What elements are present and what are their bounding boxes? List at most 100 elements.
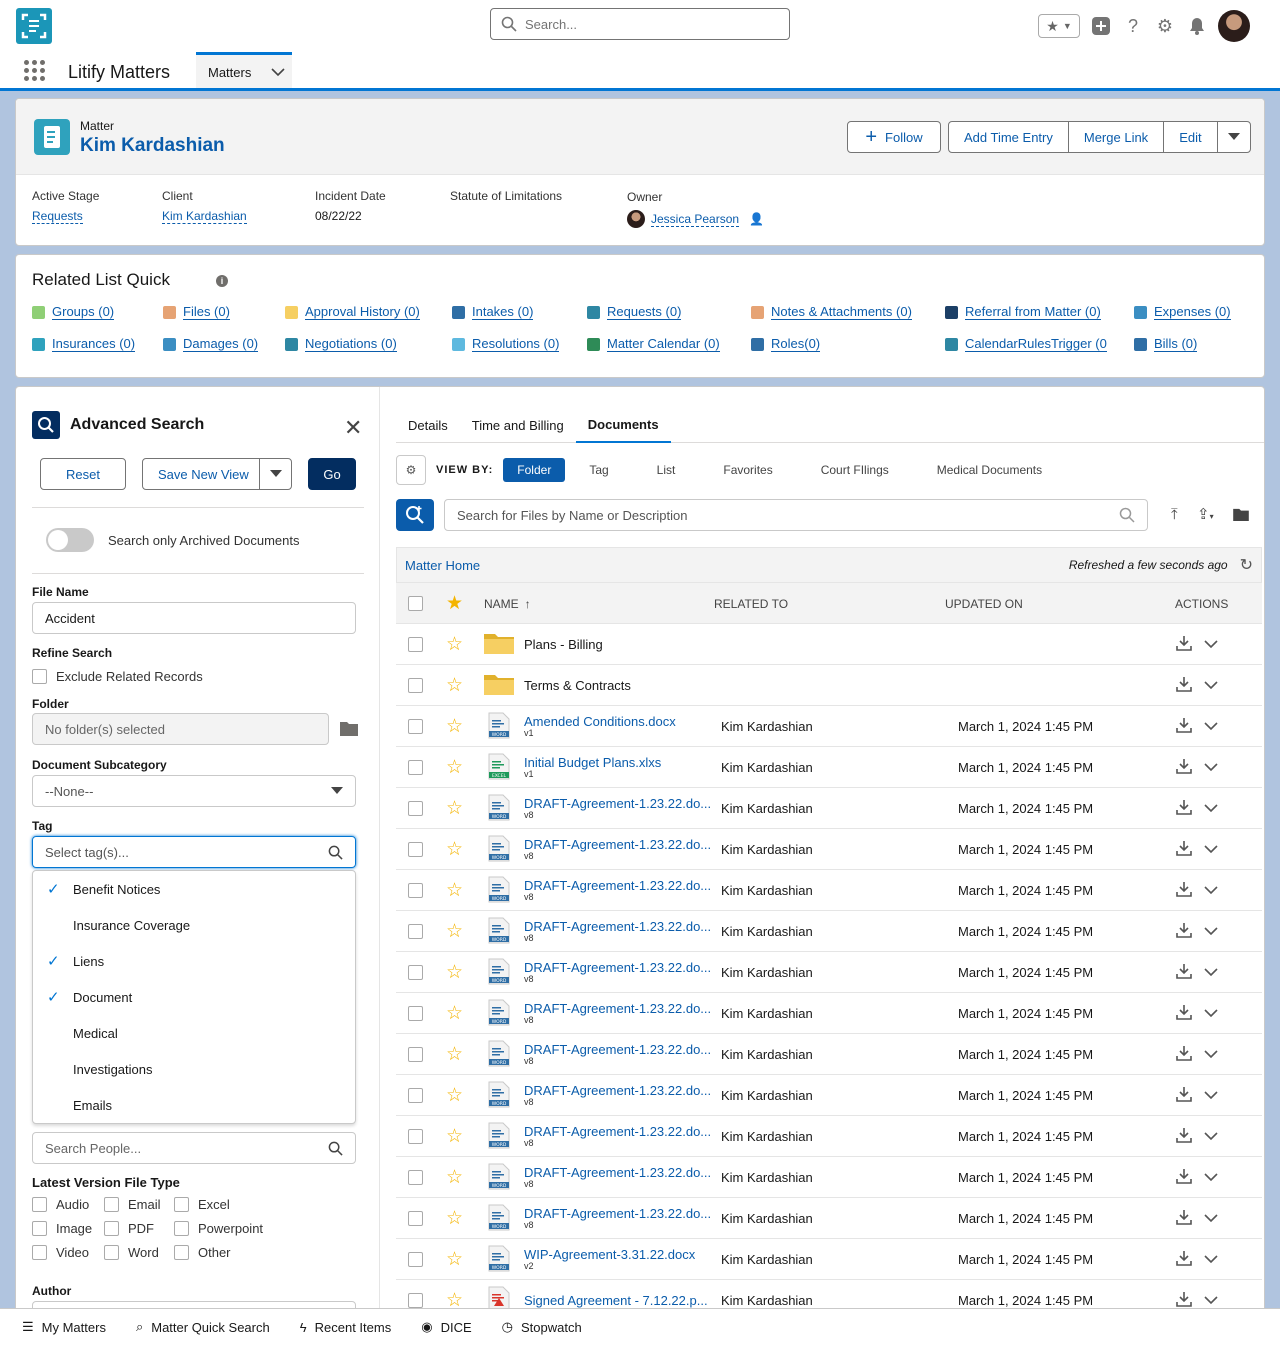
tab-time-and-billing[interactable]: Time and Billing	[460, 407, 576, 443]
file-link[interactable]: DRAFT-Agreement-1.23.22.do...	[524, 1166, 711, 1179]
filetype-checkbox[interactable]	[32, 1245, 47, 1260]
star-outline-icon[interactable]: ☆	[446, 1125, 463, 1148]
filetype-option[interactable]: Word	[104, 1245, 159, 1260]
related-link[interactable]: CalendarRulesTrigger (0	[945, 337, 1107, 352]
go-button[interactable]: Go	[308, 458, 356, 490]
table-row[interactable]: ☆ WORD DRAFT-Agreement-1.23.22.do... v8 Kim …	[396, 829, 1262, 870]
table-row[interactable]: ☆ WORD DRAFT-Agreement-1.23.22.do... v8 Kim …	[396, 870, 1262, 911]
chevron-down-icon[interactable]	[1204, 719, 1218, 734]
folder-name[interactable]: Terms & Contracts	[524, 678, 631, 693]
star-outline-icon[interactable]: ☆	[446, 920, 463, 943]
star-outline-icon[interactable]: ☆	[446, 756, 463, 779]
save-new-view-button[interactable]: Save New View	[142, 458, 292, 490]
row-checkbox[interactable]	[408, 801, 423, 816]
field-value-link[interactable]: Kim Kardashian	[162, 209, 247, 224]
filetype-checkbox[interactable]	[32, 1197, 47, 1212]
table-row[interactable]: ☆ WORD WIP-Agreement-3.31.22.docx v2 Kim Kar…	[396, 1239, 1262, 1280]
table-row[interactable]: ☆ WORD DRAFT-Agreement-1.23.22.do... v8 Kim …	[396, 993, 1262, 1034]
follow-button[interactable]: + Follow	[847, 121, 941, 153]
file-link[interactable]: DRAFT-Agreement-1.23.22.do...	[524, 838, 711, 851]
chevron-down-icon[interactable]	[1204, 801, 1218, 816]
tag-option[interactable]: Medical	[33, 1015, 355, 1051]
save-view-menu[interactable]	[259, 459, 291, 489]
file-link[interactable]: DRAFT-Agreement-1.23.22.do...	[524, 797, 711, 810]
row-checkbox[interactable]	[408, 1252, 423, 1267]
filetype-checkbox[interactable]	[32, 1221, 47, 1236]
people-search-input[interactable]: Search People...	[32, 1132, 356, 1164]
related-link[interactable]: Roles(0)	[751, 337, 821, 352]
download-icon[interactable]	[1176, 676, 1192, 695]
download-icon[interactable]	[1176, 717, 1192, 736]
file-link[interactable]: DRAFT-Agreement-1.23.22.do...	[524, 1084, 711, 1097]
filetype-checkbox[interactable]	[174, 1221, 189, 1236]
star-outline-icon[interactable]: ☆	[446, 797, 463, 820]
chevron-down-icon[interactable]	[1204, 965, 1218, 980]
file-name-input[interactable]: Accident	[32, 602, 356, 634]
view-option[interactable]: Favorites	[699, 458, 796, 482]
star-outline-icon[interactable]: ☆	[446, 1084, 463, 1107]
row-checkbox[interactable]	[408, 842, 423, 857]
filetype-option[interactable]: Audio	[32, 1197, 89, 1212]
filetype-option[interactable]: Image	[32, 1221, 92, 1236]
tag-option[interactable]: Emails	[33, 1087, 355, 1123]
row-checkbox[interactable]	[408, 1047, 423, 1062]
chevron-down-icon[interactable]	[1204, 760, 1218, 775]
table-row[interactable]: ☆ WORD DRAFT-Agreement-1.23.22.do... v8 Kim …	[396, 1116, 1262, 1157]
file-link[interactable]: DRAFT-Agreement-1.23.22.do...	[524, 920, 711, 933]
related-link[interactable]: Referral from Matter (0)	[945, 305, 1101, 320]
tab-documents[interactable]: Documents	[575, 407, 671, 443]
related-link[interactable]: Negotiations (0)	[285, 337, 397, 352]
download-icon[interactable]	[1176, 1045, 1192, 1064]
related-link[interactable]: Requests (0)	[587, 305, 682, 320]
tag-option[interactable]: ✓ Document	[33, 979, 355, 1015]
filetype-option[interactable]: PDF	[104, 1221, 154, 1236]
filetype-option[interactable]: Excel	[174, 1197, 230, 1212]
download-icon[interactable]	[1176, 635, 1192, 654]
table-row[interactable]: ☆ WORD DRAFT-Agreement-1.23.22.do... v8 Kim …	[396, 911, 1262, 952]
row-checkbox[interactable]	[408, 924, 423, 939]
notifications-bell-icon[interactable]	[1186, 15, 1208, 37]
download-icon[interactable]	[1176, 758, 1192, 777]
add-time-entry-button[interactable]: Add Time Entry	[949, 122, 1069, 152]
table-row[interactable]: ☆ EXCEL Initial Budget Plans.xlxs v1 Kim Kar…	[396, 747, 1262, 788]
global-create-button[interactable]	[1090, 15, 1112, 37]
archived-toggle[interactable]	[46, 528, 94, 552]
tab-details[interactable]: Details	[396, 407, 460, 443]
file-link[interactable]: Amended Conditions.docx	[524, 715, 676, 728]
subcategory-select[interactable]: --None--	[32, 775, 356, 807]
download-icon[interactable]	[1176, 1086, 1192, 1105]
related-link[interactable]: Bills (0)	[1134, 337, 1198, 352]
filetype-checkbox[interactable]	[174, 1245, 189, 1260]
download-icon[interactable]	[1176, 922, 1192, 941]
view-option[interactable]: Folder	[503, 458, 566, 482]
star-outline-icon[interactable]: ☆	[446, 1166, 463, 1189]
file-link[interactable]: DRAFT-Agreement-1.23.22.do...	[524, 1002, 711, 1015]
download-icon[interactable]	[1176, 881, 1192, 900]
file-link[interactable]: DRAFT-Agreement-1.23.22.do...	[524, 879, 711, 892]
col-name[interactable]: NAME	[484, 597, 519, 611]
chevron-down-icon[interactable]	[1204, 1252, 1218, 1267]
file-search-input[interactable]: Search for Files by Name or Description	[444, 499, 1148, 531]
collapse-icon[interactable]: ⤒	[1171, 506, 1178, 523]
row-checkbox[interactable]	[408, 760, 423, 775]
advanced-search-toggle[interactable]	[396, 499, 434, 531]
row-checkbox[interactable]	[408, 1088, 423, 1103]
utility-quick-search[interactable]: ⌕ Matter Quick Search	[136, 1319, 270, 1335]
related-link[interactable]: Files (0)	[163, 305, 230, 320]
close-icon[interactable]: ✕	[344, 415, 362, 441]
file-link[interactable]: DRAFT-Agreement-1.23.22.do...	[524, 961, 711, 974]
chevron-down-icon[interactable]	[1204, 1293, 1218, 1308]
star-outline-icon[interactable]: ☆	[446, 1207, 463, 1230]
star-outline-icon[interactable]: ☆	[446, 674, 463, 697]
filetype-checkbox[interactable]	[104, 1245, 119, 1260]
download-icon[interactable]	[1176, 963, 1192, 982]
row-checkbox[interactable]	[408, 678, 423, 693]
star-outline-icon[interactable]: ☆	[446, 1248, 463, 1271]
row-checkbox[interactable]	[408, 1170, 423, 1185]
utility-recent-items[interactable]: ϟ Recent Items	[300, 1320, 391, 1335]
file-link[interactable]: WIP-Agreement-3.31.22.docx	[524, 1248, 695, 1261]
tag-option[interactable]: Investigations	[33, 1051, 355, 1087]
row-checkbox[interactable]	[408, 1293, 423, 1308]
row-checkbox[interactable]	[408, 965, 423, 980]
merge-link-button[interactable]: Merge Link	[1069, 122, 1165, 152]
